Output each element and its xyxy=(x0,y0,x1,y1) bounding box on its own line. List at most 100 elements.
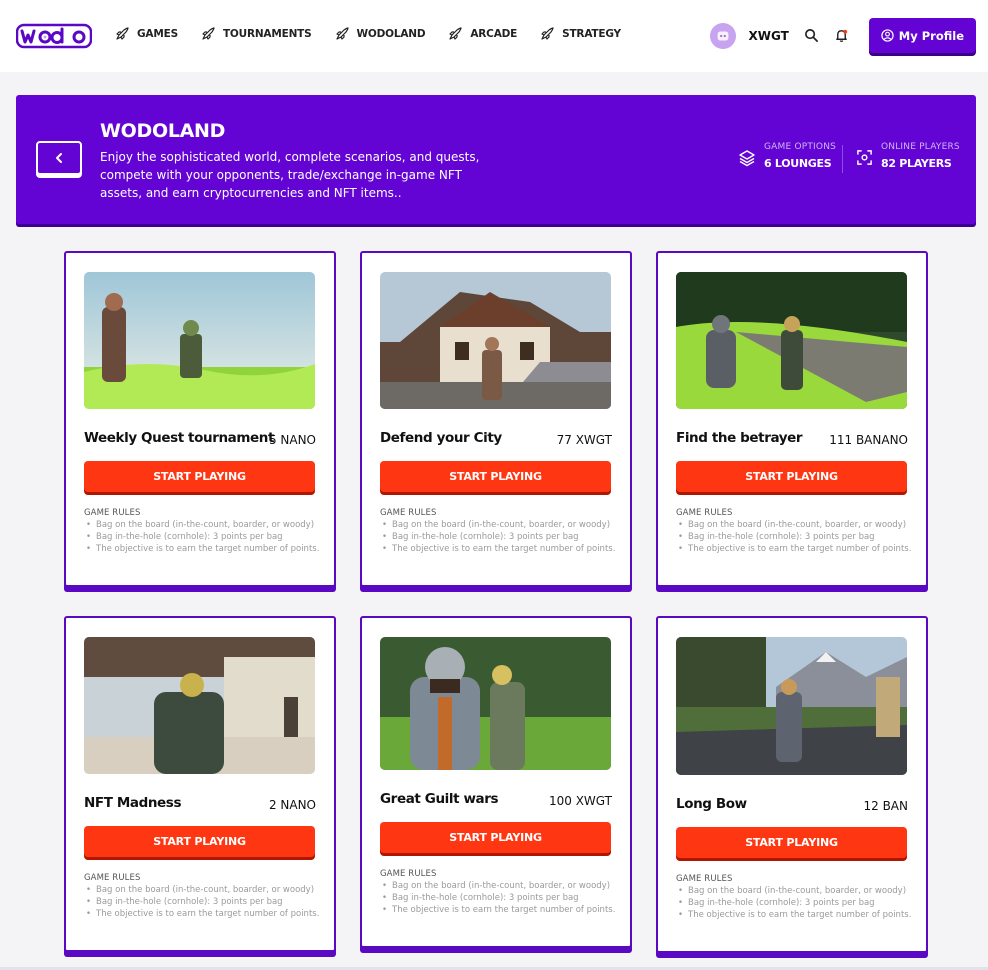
game-price: 12 BAN xyxy=(863,799,908,813)
rule-item: Bag on the board (in-the-count, boarder,… xyxy=(84,884,320,896)
user-circle-icon xyxy=(881,29,894,42)
stat-divider xyxy=(842,145,843,173)
rule-item: Bag on the board (in-the-count, boarder,… xyxy=(380,519,616,531)
rule-item: Bag on the board (in-the-count, boarder,… xyxy=(380,880,616,892)
game-price: 100 XWGT xyxy=(548,794,612,808)
wodo-logo[interactable] xyxy=(15,22,93,50)
game-thumbnail[interactable] xyxy=(380,272,611,409)
game-thumbnail[interactable] xyxy=(676,637,907,775)
game-thumbnail[interactable] xyxy=(676,272,907,409)
rule-item: The objective is to earn the target numb… xyxy=(380,904,616,916)
rules-heading: GAME RULES xyxy=(84,508,141,518)
my-profile-label: My Profile xyxy=(898,28,964,43)
avatar[interactable] xyxy=(710,22,737,49)
game-thumbnail[interactable] xyxy=(84,272,315,409)
game-title: Great Guilt wars xyxy=(380,791,499,807)
user-avatar-icon xyxy=(718,31,729,40)
rule-item: Bag in-the-hole (cornhole): 3 points per… xyxy=(380,892,616,904)
start-playing-button[interactable]: START PLAYING xyxy=(380,822,611,853)
notifications-button[interactable] xyxy=(833,27,851,45)
game-card: Defend your City 77 XWGT START PLAYING G… xyxy=(360,251,632,587)
rocket-icon xyxy=(541,27,554,40)
game-title: Defend your City xyxy=(380,430,502,446)
rule-item: Bag on the board (in-the-count, boarder,… xyxy=(676,519,912,531)
game-rules: GAME RULES Bag on the board (in-the-coun… xyxy=(84,508,320,555)
rules-heading: GAME RULES xyxy=(84,873,141,883)
rocket-icon xyxy=(116,27,129,40)
start-playing-button[interactable]: START PLAYING xyxy=(676,827,907,858)
rule-item: The objective is to earn the target numb… xyxy=(676,909,912,921)
game-card: NFT Madness 2 NANO START PLAYING GAME RU… xyxy=(64,616,336,952)
search-icon xyxy=(805,29,819,42)
banner-description: Enjoy the sophisticated world, complete … xyxy=(100,150,480,200)
rules-heading: GAME RULES xyxy=(676,508,733,518)
game-title: Weekly Quest tournament xyxy=(84,430,275,446)
game-rules: GAME RULES Bag on the board (in-the-coun… xyxy=(84,873,320,920)
game-rules: GAME RULES Bag on the board (in-the-coun… xyxy=(676,874,912,921)
rule-item: Bag in-the-hole (cornhole): 3 points per… xyxy=(84,531,320,543)
chevron-left-icon xyxy=(56,153,62,163)
rocket-icon xyxy=(335,27,349,40)
focus-scan-icon xyxy=(857,150,872,165)
nav-item-games[interactable]: GAMES xyxy=(114,26,178,42)
nav-label: ARCADE xyxy=(470,28,518,40)
game-rules: GAME RULES Bag on the board (in-the-coun… xyxy=(380,869,616,916)
game-card: Long Bow 12 BAN START PLAYING GAME RULES… xyxy=(656,616,928,953)
game-price: 111 BANANO xyxy=(829,433,908,447)
page-title: WODOLAND xyxy=(100,120,226,142)
rules-heading: GAME RULES xyxy=(380,508,437,518)
game-card: Weekly Quest tournament 5 NANO START PLA… xyxy=(64,251,336,587)
nav-label: GAMES xyxy=(137,28,178,40)
wodoland-banner: WODOLAND Enjoy the sophisticated world, … xyxy=(16,95,976,224)
nav-item-wodoland[interactable]: WODOLAND xyxy=(334,26,426,42)
rule-item: The objective is to earn the target numb… xyxy=(84,908,320,920)
game-title: Find the betrayer xyxy=(676,430,803,446)
rule-item: The objective is to earn the target numb… xyxy=(84,543,320,555)
search-button[interactable] xyxy=(803,27,821,45)
nav-item-tournaments[interactable]: TOURNAMENTS xyxy=(200,26,312,42)
username: XWGT xyxy=(748,28,789,43)
rule-item: The objective is to earn the target numb… xyxy=(676,543,912,555)
game-card: Great Guilt wars 100 XWGT START PLAYING … xyxy=(360,616,632,948)
nav-item-strategy[interactable]: STRATEGY xyxy=(539,26,621,42)
stat-label: GAME OPTIONS xyxy=(764,142,837,152)
rule-item: Bag in-the-hole (cornhole): 3 points per… xyxy=(380,531,616,543)
stat-value: 82 PLAYERS xyxy=(881,157,952,170)
nav-item-arcade[interactable]: ARCADE xyxy=(447,26,517,42)
start-playing-button[interactable]: START PLAYING xyxy=(380,461,611,492)
start-playing-button[interactable]: START PLAYING xyxy=(84,461,315,492)
rules-heading: GAME RULES xyxy=(676,874,733,884)
stat-value: 6 LOUNGES xyxy=(764,157,832,170)
game-title: Long Bow xyxy=(676,796,747,812)
main-nav: GAMES TOURNAMENTS WODOLAND ARCADE STRATE… xyxy=(114,26,621,42)
nav-label: WODOLAND xyxy=(356,28,426,40)
stat-label: ONLINE PLAYERS xyxy=(881,142,960,152)
my-profile-button[interactable]: My Profile xyxy=(868,18,976,53)
user-area: XWGT My Profile xyxy=(710,18,976,53)
game-thumbnail[interactable] xyxy=(380,637,611,770)
stat-game-options: GAME OPTIONS 6 LOUNGES xyxy=(738,142,836,170)
start-playing-button[interactable]: START PLAYING xyxy=(84,826,315,857)
game-rules: GAME RULES Bag on the board (in-the-coun… xyxy=(380,508,616,555)
rules-heading: GAME RULES xyxy=(380,869,437,879)
rule-item: Bag in-the-hole (cornhole): 3 points per… xyxy=(676,897,912,909)
bell-icon xyxy=(836,29,848,43)
game-title: NFT Madness xyxy=(84,795,182,811)
rocket-icon xyxy=(202,27,215,40)
back-button[interactable] xyxy=(36,141,82,175)
rule-item: Bag on the board (in-the-count, boarder,… xyxy=(676,885,912,897)
nav-label: TOURNAMENTS xyxy=(222,28,312,40)
start-playing-button[interactable]: START PLAYING xyxy=(676,461,907,492)
stat-online-players: ONLINE PLAYERS 82 PLAYERS xyxy=(856,142,960,170)
game-card: Find the betrayer 111 BANANO START PLAYI… xyxy=(656,251,928,587)
rule-item: Bag in-the-hole (cornhole): 3 points per… xyxy=(84,896,320,908)
game-rules: GAME RULES Bag on the board (in-the-coun… xyxy=(676,508,912,555)
rule-item: Bag in-the-hole (cornhole): 3 points per… xyxy=(676,531,912,543)
rule-item: The objective is to earn the target numb… xyxy=(380,543,616,555)
game-price: 2 NANO xyxy=(268,798,316,812)
top-navigation-bar: GAMES TOURNAMENTS WODOLAND ARCADE STRATE… xyxy=(0,0,988,72)
nav-label: STRATEGY xyxy=(562,28,621,40)
rocket-icon xyxy=(449,27,462,40)
game-thumbnail[interactable] xyxy=(84,637,315,774)
rule-item: Bag on the board (in-the-count, boarder,… xyxy=(84,519,320,531)
